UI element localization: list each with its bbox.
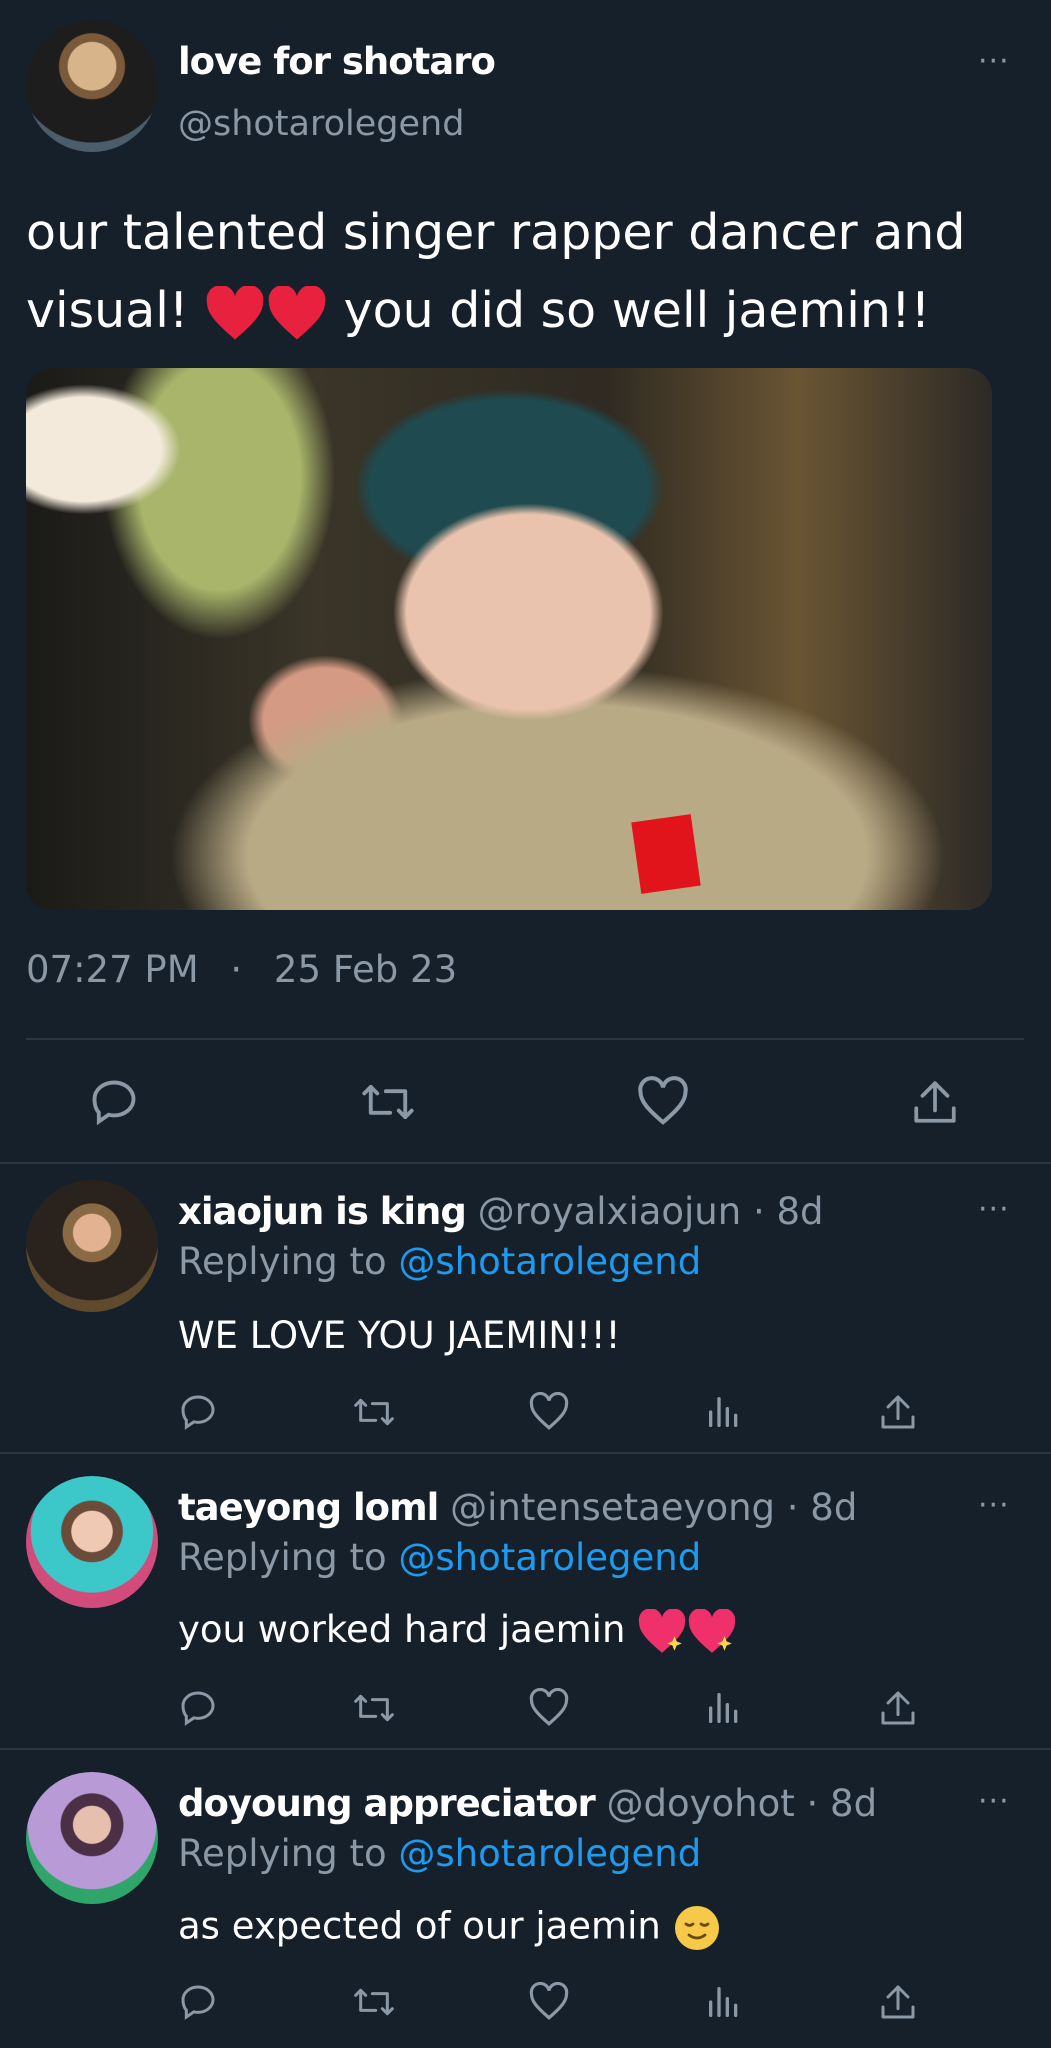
red-heart-icon [268,285,326,339]
reply-header: taeyong loml @intensetaeyong · 8d [178,1486,857,1529]
like-icon[interactable] [528,1688,570,1728]
reply-display-name[interactable]: taeyong loml [178,1486,439,1529]
replying-to-label: Replying to [178,1240,387,1283]
sparkling-heart-icon [688,1608,736,1653]
jacket-patch [631,814,701,894]
share-icon[interactable] [878,1392,918,1432]
replying-to-handle[interactable]: @shotarolegend [398,1536,701,1579]
share-icon[interactable] [878,1688,918,1728]
reply-avatar[interactable] [26,1772,158,1904]
reply-age: · 8d [752,1190,824,1233]
red-heart-icon [206,285,264,339]
like-icon[interactable] [636,1076,690,1128]
reply-handle[interactable]: @intensetaeyong [450,1486,775,1529]
more-options-icon[interactable]: ··· [978,1491,1010,1521]
tweet-text-visual: visual! [26,282,189,339]
timestamp-divider [26,1038,1024,1040]
tweet-text: our talented singer rapper dancer and vi… [26,194,1026,350]
divider [0,1162,1051,1164]
reply-display-name[interactable]: xiaojun is king [178,1190,467,1233]
retweet-icon[interactable] [352,1688,396,1728]
more-options-icon[interactable]: ··· [978,1195,1010,1225]
reply-text: WE LOVE YOU JAEMIN!!! [178,1314,621,1357]
tweet-text-line1: our talented singer rapper dancer and [26,204,966,261]
replying-to-handle[interactable]: @shotarolegend [398,1240,701,1283]
reply-icon[interactable] [178,1688,218,1728]
reply-avatar[interactable] [26,1180,158,1312]
replying-to-label: Replying to [178,1832,387,1875]
relieved-face-icon [674,1906,719,1950]
retweet-icon[interactable] [352,1392,396,1432]
reply-display-name[interactable]: doyoung appreciator [178,1782,596,1825]
tweet-text-line2: visual! you did so well jaemin!! [26,272,1026,350]
replying-to: Replying to @shotarolegend [178,1536,701,1579]
retweet-icon[interactable] [352,1982,396,2022]
reply-age: · 8d [806,1782,878,1825]
replying-to-label: Replying to [178,1536,387,1579]
reply-text-content: as expected of our jaemin [178,1904,661,1948]
replying-to-handle[interactable]: @shotarolegend [398,1832,701,1875]
reply-header: xiaojun is king @royalxiaojun · 8d [178,1190,824,1233]
replying-to: Replying to @shotarolegend [178,1832,701,1875]
tweet-time: 07:27 PM [26,948,199,991]
reply-header: doyoung appreciator @doyohot · 8d [178,1782,877,1825]
share-icon[interactable] [878,1982,918,2022]
share-icon[interactable] [910,1076,960,1128]
reply-icon[interactable] [178,1982,218,2022]
reply-age: · 8d [786,1486,858,1529]
reply-handle[interactable]: @doyohot [606,1782,794,1825]
reply-icon[interactable] [178,1392,218,1432]
reply-handle[interactable]: @royalxiaojun [478,1190,742,1233]
author-avatar[interactable] [26,20,158,152]
tweet-date: 25 Feb 23 [273,948,458,991]
views-icon[interactable] [704,1982,744,2022]
reply-text: as expected of our jaemin [178,1904,721,1952]
like-icon[interactable] [528,1392,570,1432]
author-handle[interactable]: @shotarolegend [178,104,464,144]
reply-text-content: you worked hard jaemin [178,1608,626,1651]
tweet-media-image[interactable] [26,368,992,910]
author-display-name[interactable]: love for shotaro [178,40,496,83]
divider [0,1748,1051,1750]
reply-text: you worked hard jaemin [178,1608,737,1655]
views-icon[interactable] [704,1688,744,1728]
reply-avatar[interactable] [26,1476,158,1608]
sparkling-heart-icon [638,1608,686,1653]
retweet-icon[interactable] [360,1076,416,1128]
divider [0,1452,1051,1454]
more-options-icon[interactable]: ··· [978,1787,1010,1817]
like-icon[interactable] [528,1982,570,2022]
views-icon[interactable] [704,1392,744,1432]
tweet-timestamp: 07:27 PM · 25 Feb 23 [26,948,457,991]
timestamp-separator: · [230,948,243,991]
more-options-icon[interactable]: ··· [978,47,1010,77]
reply-icon[interactable] [88,1076,140,1128]
replying-to: Replying to @shotarolegend [178,1240,701,1283]
tweet-text-rest: you did so well jaemin!! [343,282,931,339]
